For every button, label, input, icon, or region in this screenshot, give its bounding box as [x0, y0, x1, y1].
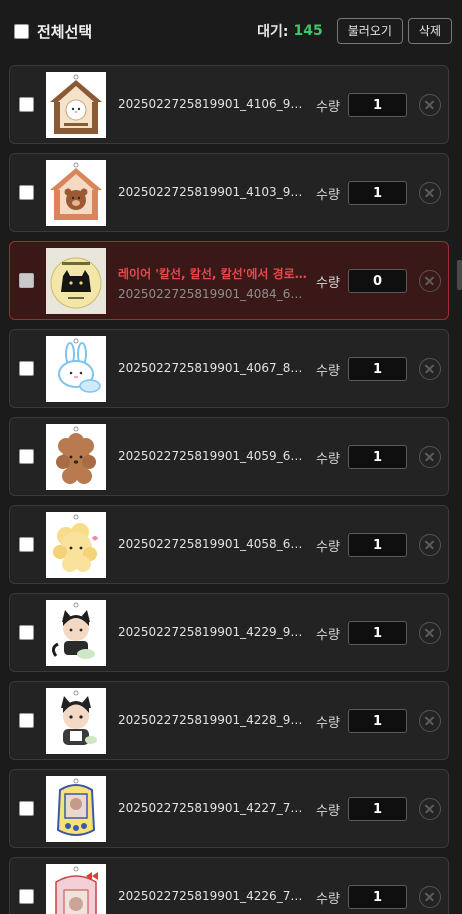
- quantity-input[interactable]: [348, 709, 407, 733]
- item-filename: 2025022725819901_4228_90_...: [118, 713, 304, 727]
- quantity-input[interactable]: [348, 445, 407, 469]
- item-filename: 2025022725819901_4227_70_...: [118, 801, 304, 815]
- remove-item-icon[interactable]: [419, 182, 441, 204]
- item-checkbox[interactable]: [19, 449, 34, 464]
- quantity-input[interactable]: [348, 269, 407, 293]
- quantity-label: 수량: [316, 628, 340, 643]
- remove-item-icon[interactable]: [419, 886, 441, 908]
- list-item: 2025022725819901_4228_90_... 수량: [9, 681, 449, 760]
- item-filename: 2025022725819901_4059_60_...: [118, 449, 304, 463]
- remove-item-icon[interactable]: [419, 798, 441, 820]
- list-item: 2025022725819901_4059_60_... 수량: [9, 417, 449, 496]
- select-all-checkbox[interactable]: [14, 23, 29, 39]
- item-filename: 2025022725819901_4106_90_...: [118, 97, 304, 111]
- item-list: 2025022725819901_4106_90_... 수량 20250227…: [0, 62, 462, 914]
- quantity-input[interactable]: [348, 533, 407, 557]
- remove-item-icon[interactable]: [419, 358, 441, 380]
- quantity-label: 수량: [316, 452, 340, 467]
- item-checkbox: [19, 273, 34, 288]
- quantity-input[interactable]: [348, 357, 407, 381]
- list-item: 2025022725819901_4227_70_... 수량: [9, 769, 449, 848]
- item-filename: 2025022725819901_4067_80_...: [118, 361, 304, 375]
- item-filename: 2025022725819901_4058_60_...: [118, 537, 304, 551]
- item-checkbox[interactable]: [19, 625, 34, 640]
- wait-count: 145: [293, 23, 323, 39]
- hello-kitty-frame-keyring-thumbnail: [46, 864, 106, 914]
- item-checkbox[interactable]: [19, 801, 34, 816]
- remove-item-icon[interactable]: [419, 710, 441, 732]
- item-checkbox[interactable]: [19, 537, 34, 552]
- list-item: 2025022725819901_4067_80_... 수량: [9, 329, 449, 408]
- remove-item-icon[interactable]: [419, 446, 441, 468]
- error-message: 레이어 '칼선, 칼선, 칼선'에서 경로 ...: [118, 267, 308, 281]
- list-item: 2025022725819901_4058_60_... 수량: [9, 505, 449, 584]
- quantity-input[interactable]: [348, 93, 407, 117]
- list-item: 2025022725819901_4226_70_... 수량: [9, 857, 449, 914]
- black-cat-boy-keyring-thumbnail: [46, 600, 106, 666]
- black-cat-keyring-thumbnail: [46, 248, 106, 314]
- remove-item-icon[interactable]: [419, 534, 441, 556]
- poodle-keyring-thumbnail: [46, 424, 106, 490]
- wait-label: 대기:: [257, 24, 289, 40]
- quantity-label: 수량: [316, 540, 340, 555]
- item-checkbox[interactable]: [19, 185, 34, 200]
- scrollbar-thumb[interactable]: [457, 260, 462, 290]
- item-checkbox[interactable]: [19, 713, 34, 728]
- toolbar: 전체선택 대기: 145 불러오기 삭제: [0, 0, 462, 62]
- quantity-label: 수량: [316, 716, 340, 731]
- house-cat-keyring-thumbnail: [46, 72, 106, 138]
- bunny-keyring-thumbnail: [46, 336, 106, 402]
- item-filename: 2025022725819901_4103_90_...: [118, 185, 304, 199]
- quantity-input[interactable]: [348, 885, 407, 909]
- quantity-label: 수량: [316, 892, 340, 907]
- house-bear-keyring-thumbnail: [46, 160, 106, 226]
- item-filename: 2025022725819901_4226_70_...: [118, 889, 304, 903]
- quantity-label: 수량: [316, 100, 340, 115]
- delete-button[interactable]: 삭제: [407, 18, 452, 44]
- quantity-input[interactable]: [348, 181, 407, 205]
- quantity-label: 수량: [316, 364, 340, 379]
- yellow-puppy-keyring-thumbnail: [46, 512, 106, 578]
- item-checkbox[interactable]: [19, 889, 34, 904]
- quantity-label: 수량: [316, 188, 340, 203]
- quantity-input[interactable]: [348, 621, 407, 645]
- quantity-label: 수량: [316, 276, 340, 291]
- remove-item-icon[interactable]: [419, 94, 441, 116]
- select-all-label: 전체선택: [37, 22, 93, 41]
- item-filename: 2025022725819901_4229_90_...: [118, 625, 304, 639]
- list-item-error: 레이어 '칼선, 칼선, 칼선'에서 경로 ... 20250227258199…: [9, 241, 449, 320]
- list-item: 2025022725819901_4103_90_... 수량: [9, 153, 449, 232]
- load-button[interactable]: 불러오기: [336, 18, 403, 44]
- cat-boy-keyring-thumbnail: [46, 688, 106, 754]
- item-filename: 2025022725819901_4084_60_...: [118, 287, 304, 301]
- list-item: 2025022725819901_4229_90_... 수량: [9, 593, 449, 672]
- item-checkbox[interactable]: [19, 97, 34, 112]
- item-checkbox[interactable]: [19, 361, 34, 376]
- remove-item-icon[interactable]: [419, 270, 441, 292]
- quantity-input[interactable]: [348, 797, 407, 821]
- list-item: 2025022725819901_4106_90_... 수량: [9, 65, 449, 144]
- remove-item-icon[interactable]: [419, 622, 441, 644]
- quantity-label: 수량: [316, 804, 340, 819]
- photo-frame-keyring-thumbnail: [46, 776, 106, 842]
